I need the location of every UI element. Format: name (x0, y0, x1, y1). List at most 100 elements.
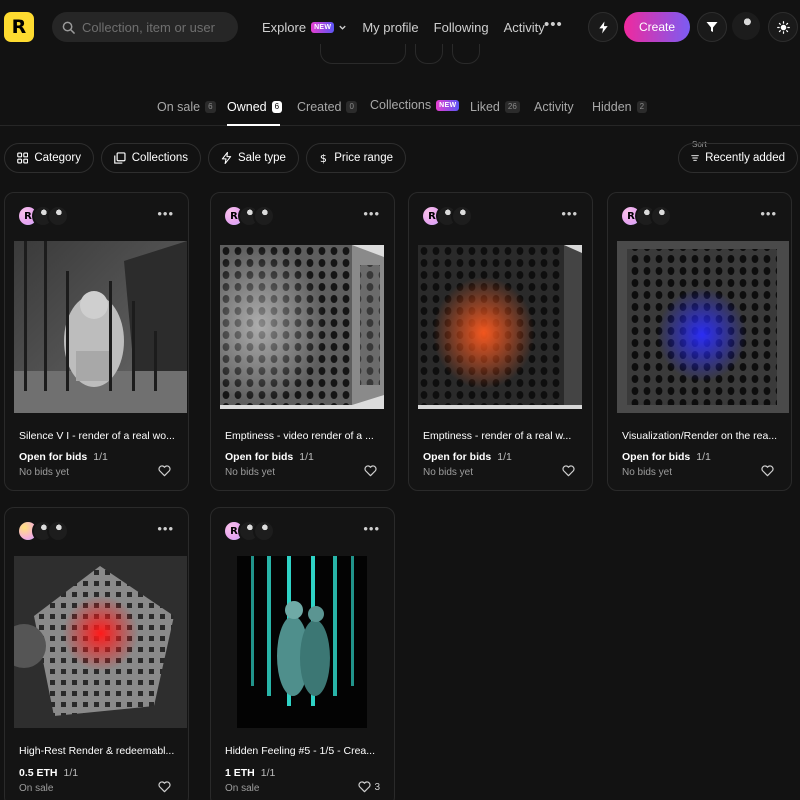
heart-icon (158, 465, 171, 477)
nav-activity[interactable]: Activity (504, 20, 545, 35)
category-filter[interactable]: Category (4, 143, 94, 173)
like-button[interactable] (158, 781, 174, 793)
collections-filter[interactable]: Collections (101, 143, 201, 173)
search-box[interactable] (52, 12, 238, 42)
nft-image[interactable] (418, 245, 582, 409)
like-button[interactable]: 3 (358, 781, 380, 793)
tab-count: 6 (205, 101, 216, 113)
tab-count: 6 (271, 101, 283, 113)
like-button[interactable] (761, 465, 777, 477)
share-button[interactable] (415, 44, 443, 64)
card-title[interactable]: High-Rest Render & redeemabl... (19, 745, 179, 757)
nft-card[interactable]: R ••• Emptiness - video render of a ... … (210, 192, 395, 491)
card-bid-info: No bids yet (19, 467, 70, 478)
collections-icon (114, 152, 126, 164)
nav-explore[interactable]: Explore NEW (262, 20, 347, 35)
nav-my-profile[interactable]: My profile (362, 20, 418, 35)
funnel-icon (706, 22, 718, 32)
new-badge: NEW (311, 21, 335, 33)
nft-image[interactable] (220, 245, 384, 409)
nft-card[interactable]: R ••• Hidden Feeling #5 - 1/5 - Crea... … (210, 507, 395, 800)
nft-card[interactable]: R ••• Silence V I - render of a real wo.… (4, 192, 189, 491)
price-range-filter[interactable]: $ Price range (306, 143, 406, 173)
owner-avatar[interactable] (47, 205, 69, 227)
card-title[interactable]: Silence V I - render of a real wo... (19, 430, 179, 442)
card-more-button[interactable]: ••• (363, 207, 380, 220)
profile-action-button[interactable] (320, 44, 406, 64)
nft-artwork (237, 556, 367, 728)
like-button[interactable] (158, 465, 174, 477)
dollar-icon: $ (320, 152, 327, 164)
sort-lines-icon (691, 155, 699, 161)
svg-text:$: $ (320, 152, 327, 164)
nft-artwork (220, 245, 384, 409)
sort-dropdown[interactable]: Recently added (678, 143, 798, 173)
nft-image[interactable] (237, 556, 367, 728)
nft-image[interactable] (14, 241, 187, 413)
card-sale-info: On sale (19, 783, 54, 794)
card-more-button[interactable]: ••• (157, 207, 174, 220)
profile-tabs: On sale 6 Owned 6 Created 0 Collections NEW … (0, 92, 800, 126)
card-sale-info: On sale (225, 783, 260, 794)
nft-card[interactable]: R ••• Emptiness - render of a real w... … (408, 192, 593, 491)
tab-owned[interactable]: Owned 6 (227, 98, 283, 116)
card-more-button[interactable]: ••• (157, 522, 174, 535)
user-avatar[interactable] (732, 12, 760, 40)
card-more-button[interactable]: ••• (561, 207, 578, 220)
card-price-status: 0.5 ETH 1/1 (19, 767, 79, 779)
tab-activity[interactable]: Activity (534, 98, 574, 116)
nav-following[interactable]: Following (434, 20, 489, 35)
owner-avatar[interactable] (451, 205, 473, 227)
nft-card[interactable]: R ••• Visualization/Render on the rea...… (607, 192, 792, 491)
rarible-logo[interactable]: R (4, 12, 34, 42)
owner-avatar[interactable] (650, 205, 672, 227)
card-owners: R (223, 205, 383, 229)
tab-count: 26 (504, 101, 520, 113)
card-owners: R (17, 205, 177, 229)
tab-count: 2 (636, 101, 648, 113)
search-input[interactable] (82, 19, 232, 35)
card-more-button[interactable]: ••• (760, 207, 777, 220)
like-button[interactable] (364, 465, 380, 477)
theme-toggle-button[interactable] (768, 12, 798, 42)
nft-artwork (14, 556, 187, 728)
tab-collections[interactable]: Collections NEW (370, 96, 460, 114)
like-button[interactable] (562, 465, 578, 477)
tab-on-sale[interactable]: On sale 6 (157, 98, 216, 116)
tab-hidden[interactable]: Hidden 2 (592, 98, 648, 116)
card-price-status: Open for bids 1/1 (622, 451, 711, 463)
card-owners (17, 520, 177, 544)
sun-icon (776, 20, 790, 34)
new-badge: NEW (436, 99, 460, 111)
owner-avatar[interactable] (253, 520, 275, 542)
card-title[interactable]: Hidden Feeling #5 - 1/5 - Crea... (225, 745, 385, 757)
card-owners: R (421, 205, 581, 229)
heart-icon (364, 465, 377, 477)
nft-image[interactable] (14, 556, 187, 728)
filter-button[interactable] (697, 12, 727, 42)
owner-avatar[interactable] (47, 520, 69, 542)
nft-image[interactable] (617, 241, 789, 413)
card-price-status: Open for bids 1/1 (225, 451, 314, 463)
card-price-status: 1 ETH 1/1 (225, 767, 276, 779)
active-tab-indicator (227, 124, 280, 126)
card-edition: 1/1 (696, 451, 711, 463)
card-owners: R (620, 205, 780, 229)
owner-avatar[interactable] (253, 205, 275, 227)
create-button[interactable]: Create (624, 12, 690, 42)
nft-card[interactable]: ••• High-Rest Render & redeemabl... 0.5 … (4, 507, 189, 800)
card-title[interactable]: Emptiness - video render of a ... (225, 430, 385, 442)
more-menu-button[interactable]: ••• (544, 17, 563, 32)
tab-liked[interactable]: Liked 26 (470, 98, 520, 116)
card-title[interactable]: Emptiness - render of a real w... (423, 430, 583, 442)
search-icon (62, 21, 75, 34)
card-edition: 1/1 (93, 451, 108, 463)
card-more-button[interactable]: ••• (363, 522, 380, 535)
profile-more-button[interactable] (452, 44, 480, 64)
tab-created[interactable]: Created 0 (297, 98, 357, 116)
lightning-button[interactable] (588, 12, 618, 42)
card-edition: 1/1 (299, 451, 314, 463)
card-title[interactable]: Visualization/Render on the rea... (622, 430, 782, 442)
card-owners: R (223, 520, 383, 544)
sale-type-filter[interactable]: Sale type (208, 143, 299, 173)
